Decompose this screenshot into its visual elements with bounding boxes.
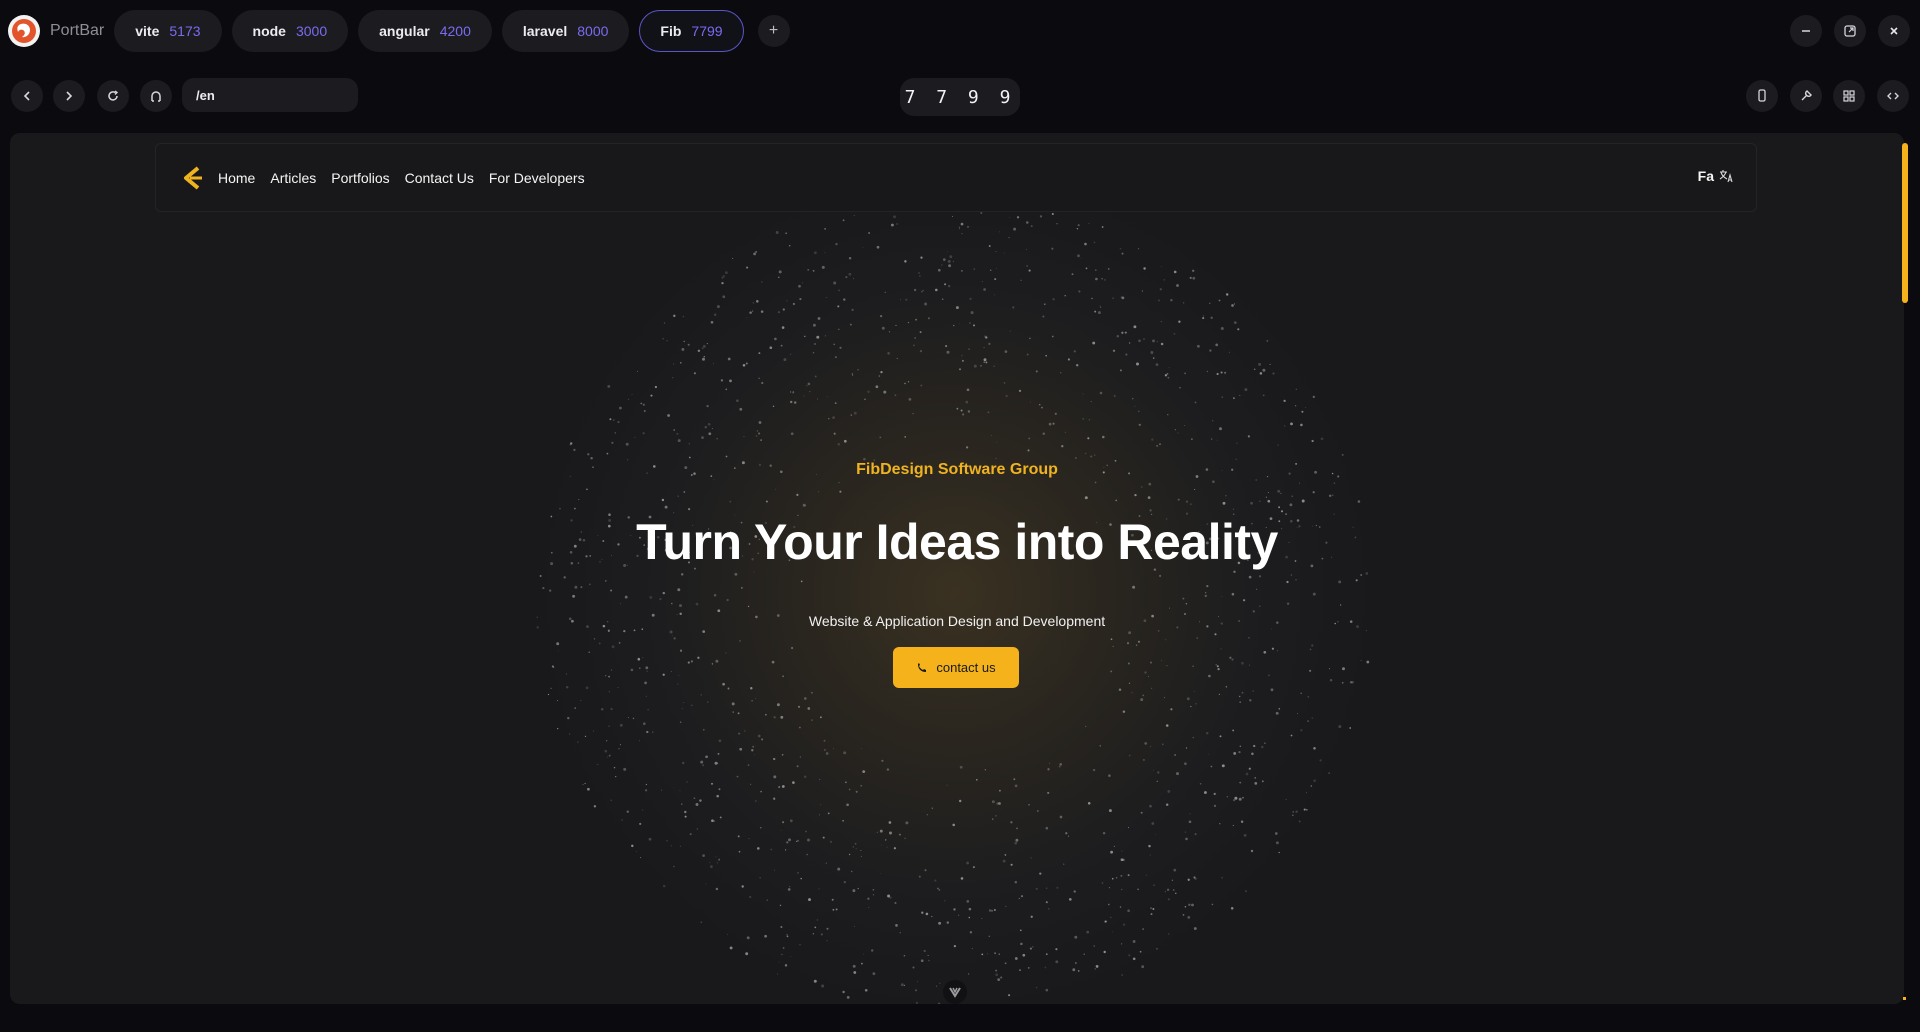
web-viewport: Home Articles Portfolios Contact Us For …	[10, 133, 1904, 1004]
tab-name: angular	[379, 23, 430, 39]
window-controls	[1790, 15, 1910, 47]
translate-icon	[1719, 170, 1733, 183]
add-tab-button[interactable]: +	[757, 15, 790, 47]
contact-us-label: contact us	[936, 660, 996, 675]
reload-icon[interactable]	[97, 80, 129, 112]
phone-icon	[918, 662, 927, 672]
nav-link-developers[interactable]: For Developers	[489, 170, 585, 186]
nav-link-portfolios[interactable]: Portfolios	[331, 170, 389, 186]
home-icon[interactable]	[140, 80, 172, 112]
maximize-icon[interactable]	[1834, 15, 1866, 47]
nav-link-articles[interactable]: Articles	[270, 170, 316, 186]
tab-name: laravel	[522, 23, 568, 39]
app-name: PortBar	[50, 22, 105, 39]
nav-link-home[interactable]: Home	[218, 170, 255, 186]
tab-port: 4200	[439, 23, 471, 39]
tab-angular[interactable]: angular 4200	[358, 10, 492, 52]
navigation-bar: /en 7 7 9 9	[0, 78, 1920, 116]
portbar-logo	[8, 15, 40, 47]
chevron-left-icon[interactable]	[11, 80, 43, 112]
contact-us-button[interactable]: contact us	[893, 647, 1019, 688]
chevron-right-icon[interactable]	[53, 80, 85, 112]
tab-vite[interactable]: vite 5173	[114, 10, 222, 52]
scrollbar-thumb[interactable]	[1902, 143, 1908, 303]
tab-name: node	[252, 23, 286, 39]
address-input[interactable]: /en	[182, 78, 358, 112]
tab-name: Fib	[660, 23, 682, 39]
tab-name: vite	[135, 23, 160, 39]
grid-icon[interactable]	[1833, 80, 1865, 112]
hero-tagline: FibDesign Software Group	[856, 461, 1058, 478]
tab-fib[interactable]: Fib 7799	[639, 10, 744, 52]
nav-link-contact[interactable]: Contact Us	[405, 170, 474, 186]
tab-port: 5173	[169, 23, 201, 39]
hero-subtitle: Website & Application Design and Develop…	[808, 613, 1106, 629]
site-header: Home Articles Portfolios Contact Us For …	[155, 143, 1757, 212]
fibdesign-logo-icon[interactable]	[176, 162, 208, 194]
tab-port: 7799	[691, 23, 723, 39]
tab-port: 3000	[295, 23, 328, 39]
language-switch[interactable]: Fa	[1698, 168, 1734, 184]
tab-laravel[interactable]: laravel 8000	[501, 10, 630, 52]
tools-icon[interactable]	[1790, 80, 1822, 112]
scrollbar-end	[1903, 997, 1906, 1000]
tab-strip: PortBar vite 5173 node 3000 angular 4200…	[0, 0, 1920, 62]
tab-node[interactable]: node 3000	[231, 10, 349, 52]
minimize-icon[interactable]	[1790, 15, 1822, 47]
close-icon[interactable]	[1878, 15, 1910, 47]
tab-port: 8000	[577, 23, 609, 39]
scroll-down-icon[interactable]	[943, 980, 967, 1004]
hero-title: Turn Your Ideas into Reality	[636, 514, 1278, 570]
language-label: Fa	[1697, 168, 1714, 184]
mobile-icon[interactable]	[1746, 80, 1778, 112]
code-icon[interactable]	[1877, 80, 1909, 112]
port-display: 7 7 9 9	[900, 78, 1020, 116]
